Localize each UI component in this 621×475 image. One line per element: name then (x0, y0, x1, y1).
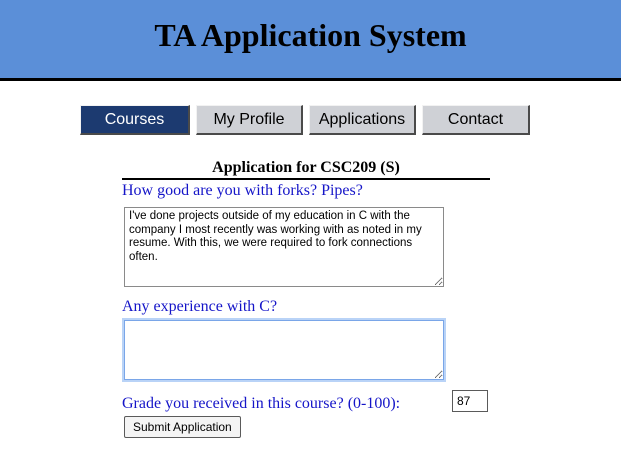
nav-contact-button[interactable]: Contact (422, 105, 530, 135)
app-title: TA Application System (154, 17, 467, 53)
nav-my-profile-button[interactable]: My Profile (196, 105, 303, 135)
submit-application-button[interactable]: Submit Application (124, 416, 241, 438)
answer-c-experience-textarea[interactable] (124, 320, 444, 380)
question-c-experience-label: Any experience with C? (122, 298, 278, 315)
main-nav: Courses My Profile Applications Contact (80, 105, 536, 135)
answer-forks-textarea[interactable]: I've done projects outside of my educati… (124, 207, 444, 287)
grade-label: Grade you received in this course? (0-10… (122, 395, 401, 412)
grade-input[interactable] (452, 390, 488, 412)
header-banner: TA Application System (0, 0, 621, 81)
nav-courses-button[interactable]: Courses (80, 105, 190, 135)
nav-applications-button[interactable]: Applications (309, 105, 416, 135)
application-form: Application for CSC209 (S) How good are … (122, 158, 490, 438)
question-forks-label: How good are you with forks? Pipes? (122, 182, 363, 199)
form-title: Application for CSC209 (S) (122, 158, 490, 180)
